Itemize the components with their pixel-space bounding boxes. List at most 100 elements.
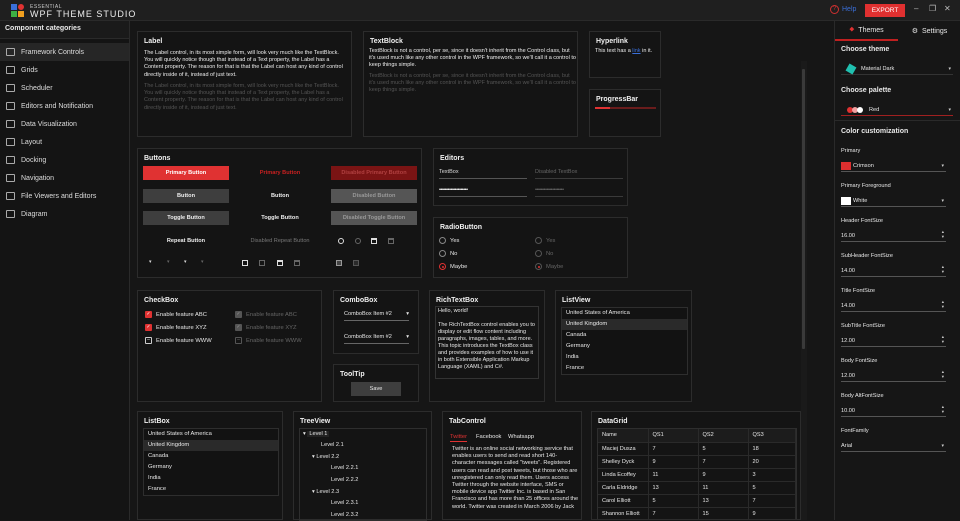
scrollbar-thumb[interactable]: [802, 69, 805, 349]
help-link[interactable]: ? Help: [830, 5, 856, 14]
header-fontsize-input[interactable]: 16.00 ▴ ▾: [841, 229, 946, 242]
checkbox-xyz[interactable]: ✓ Enable feature XYZ: [145, 324, 207, 331]
radio-no[interactable]: No: [439, 250, 457, 257]
datagrid-row[interactable]: Shannon Elliott 7 15 9: [598, 507, 796, 519]
repeat-button[interactable]: Repeat Button: [143, 234, 229, 248]
snapshot-icon[interactable]: [336, 260, 342, 266]
sidebar-item-data-visualization[interactable]: Data Visualization: [0, 115, 129, 133]
sidebar-item-file-viewers[interactable]: File Viewers and Editors: [0, 187, 129, 205]
primary-button[interactable]: Primary Button: [143, 166, 229, 180]
save-button[interactable]: Save: [351, 382, 401, 396]
spinner-icon[interactable]: ▴ ▾: [942, 404, 944, 414]
sidebar-item-docking[interactable]: Docking: [0, 151, 129, 169]
datagrid-cell[interactable]: Linda Ecoffey: [598, 468, 649, 482]
tree-node-level1[interactable]: ▾ Level 1: [303, 431, 330, 437]
listview-item[interactable]: France: [562, 363, 687, 374]
tab-facebook[interactable]: Facebook: [476, 434, 501, 440]
datagrid-cell[interactable]: 20: [748, 455, 796, 469]
listview-item[interactable]: Canada: [562, 330, 687, 341]
clock-icon[interactable]: [338, 238, 344, 244]
close-button[interactable]: ✕: [944, 4, 951, 13]
datagrid-cell[interactable]: 7: [748, 494, 796, 508]
password-box[interactable]: ••••••••••••••••••••: [439, 187, 527, 197]
listview-item[interactable]: India: [562, 352, 687, 363]
sidebar-item-editors[interactable]: Editors and Notification: [0, 97, 129, 115]
tree-node[interactable]: Level 2.2.2: [331, 477, 358, 483]
datagrid-cell[interactable]: 5: [698, 442, 749, 456]
toggle-button[interactable]: Toggle Button: [143, 211, 229, 225]
body-altfontsize-input[interactable]: 10.00 ▴ ▾: [841, 404, 946, 417]
tree-node[interactable]: Level 2.2.1: [331, 465, 358, 471]
hyperlink-link[interactable]: link: [632, 48, 640, 54]
datagrid-cell[interactable]: Shelley Dyck: [598, 455, 649, 469]
datagrid-cell[interactable]: 3: [748, 468, 796, 482]
richtextbox[interactable]: Hello, world! The RichTextBox control en…: [435, 306, 539, 379]
column-header[interactable]: QS3: [748, 429, 796, 443]
listview-item[interactable]: United States of America: [562, 308, 687, 319]
spinner-icon[interactable]: ▴ ▾: [942, 334, 944, 344]
column-header[interactable]: QS2: [698, 429, 749, 443]
flat-button[interactable]: Button: [237, 189, 323, 203]
listbox-item[interactable]: Canada: [144, 451, 278, 462]
column-header[interactable]: QS1: [648, 429, 699, 443]
subheader-fontsize-input[interactable]: 14.00 ▴ ▾: [841, 264, 946, 277]
datagrid-row[interactable]: Linda Ecoffey 11 9 3: [598, 468, 796, 482]
datagrid-cell[interactable]: 9: [698, 468, 749, 482]
datagrid-cell[interactable]: 5: [748, 481, 796, 495]
palette-select[interactable]: Red ▾: [841, 104, 953, 116]
textbox[interactable]: TextBox: [439, 169, 527, 179]
tab-twitter[interactable]: Twitter: [450, 434, 468, 442]
datagrid-cell[interactable]: 11: [698, 481, 749, 495]
split-dropdown-icon[interactable]: ▾: [184, 259, 187, 265]
primary-fg-select[interactable]: White ▾: [841, 195, 946, 207]
datagrid-cell[interactable]: 11: [648, 468, 699, 482]
datagrid-cell[interactable]: Maciej Dusza: [598, 442, 649, 456]
export-button[interactable]: EXPORT: [865, 4, 905, 17]
tree-node[interactable]: Level 2.3.1: [331, 500, 358, 506]
datagrid-cell[interactable]: 5: [648, 494, 699, 508]
datagrid-row[interactable]: Shelley Dyck 9 7 20: [598, 455, 796, 469]
datagrid-cell[interactable]: Carol Elliott: [598, 494, 649, 508]
sidebar-item-layout[interactable]: Layout: [0, 133, 129, 151]
datagrid-cell[interactable]: 9: [748, 507, 796, 519]
sidebar-item-navigation[interactable]: Navigation: [0, 169, 129, 187]
datagrid-row[interactable]: Carla Eldridge 13 11 5: [598, 481, 796, 495]
fontfamily-select[interactable]: Arial ▾: [841, 440, 946, 452]
copy-icon[interactable]: [242, 260, 248, 266]
flat-toggle-button[interactable]: Toggle Button: [237, 211, 323, 225]
datagrid-cell[interactable]: 13: [648, 481, 699, 495]
tree-node-level2-3[interactable]: ▾ Level 2.3: [312, 489, 339, 495]
dropdown-arrow-icon[interactable]: ▾: [149, 259, 152, 265]
datagrid-cell[interactable]: 7: [698, 455, 749, 469]
tab-settings[interactable]: ⚙ Settings: [898, 21, 960, 41]
datagrid-cell[interactable]: 18: [748, 442, 796, 456]
tree-node[interactable]: Level 2.1: [321, 442, 344, 448]
listview-item[interactable]: Germany: [562, 341, 687, 352]
datagrid-cell[interactable]: 7: [648, 442, 699, 456]
tree-node-level2-2[interactable]: ▾ Level 2.2: [312, 454, 339, 460]
main-scrollbar[interactable]: [801, 61, 807, 520]
combobox-2[interactable]: ComboBox Item #2 ▾: [344, 334, 409, 344]
body-fontsize-input[interactable]: 12.00 ▴ ▾: [841, 369, 946, 382]
spinner-icon[interactable]: ▴ ▾: [942, 229, 944, 239]
datagrid-cell[interactable]: 15: [698, 507, 749, 519]
sidebar-item-framework-controls[interactable]: Framework Controls: [0, 43, 129, 61]
radio-maybe[interactable]: Maybe: [439, 263, 467, 270]
listbox-item[interactable]: India: [144, 473, 278, 484]
primary-flat-button[interactable]: Primary Button: [237, 166, 323, 180]
minimize-button[interactable]: –: [914, 4, 918, 13]
listbox-item-selected[interactable]: United Kingdom: [144, 440, 278, 451]
subtitle-fontsize-input[interactable]: 12.00 ▴ ▾: [841, 334, 946, 347]
calendar-icon[interactable]: [371, 238, 377, 244]
window-icon[interactable]: [277, 260, 283, 266]
tree-node[interactable]: Level 2.3.2: [331, 512, 358, 518]
datagrid-row[interactable]: Maciej Dusza 7 5 18: [598, 442, 796, 456]
datagrid-cell[interactable]: Shannon Elliott: [598, 507, 649, 519]
restore-button[interactable]: ❐: [929, 4, 936, 13]
checkbox-abc[interactable]: ✓ Enable feature ABC: [145, 311, 207, 318]
sidebar-item-diagram[interactable]: Diagram: [0, 205, 129, 223]
listview-item-selected[interactable]: United Kingdom: [562, 319, 687, 330]
datagrid-cell[interactable]: 13: [698, 494, 749, 508]
datagrid-cell[interactable]: 9: [648, 455, 699, 469]
datagrid-row[interactable]: Carol Elliott 5 13 7: [598, 494, 796, 508]
